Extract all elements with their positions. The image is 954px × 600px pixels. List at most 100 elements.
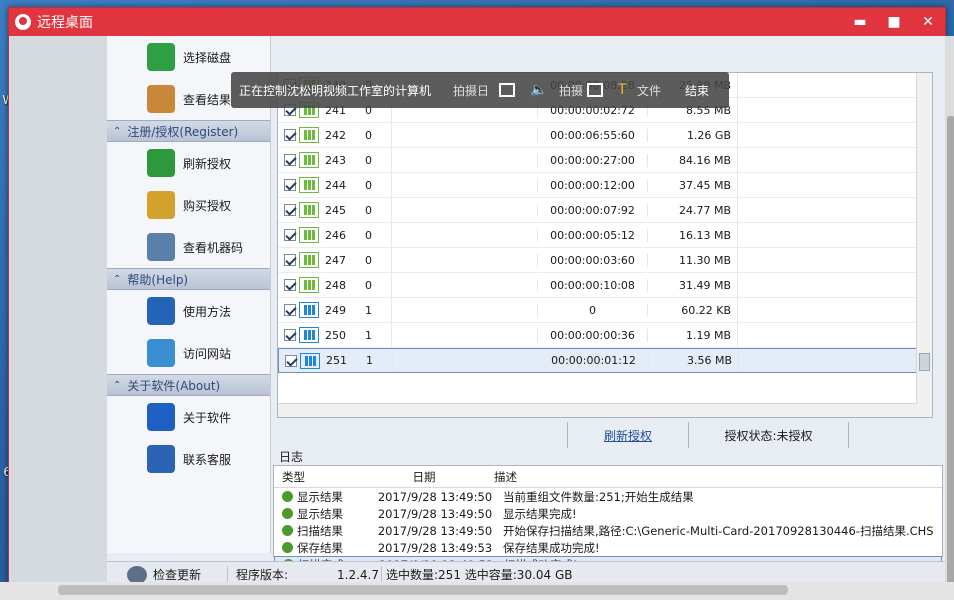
refresh-license-link[interactable]: 刷新授权 <box>567 422 689 450</box>
log-row[interactable]: 显示结果 2017/9/28 13:49:50 当前重组文件数量:251;开始生成结… <box>274 488 942 505</box>
table-scroll-thumb[interactable] <box>919 353 930 371</box>
table-row[interactable]: 245 0 00:00:00:07:92 24.77 MB <box>278 198 918 223</box>
row-checkbox[interactable] <box>284 329 296 341</box>
minimize-button[interactable]: ▬ <box>843 14 877 30</box>
row-checkbox[interactable] <box>284 179 296 191</box>
table-horizontal-scrollbar[interactable] <box>278 403 918 417</box>
log-title: 日志 <box>273 448 945 466</box>
table-row[interactable]: 243 0 00:00:00:27:00 84.16 MB <box>278 148 918 173</box>
row-duration: 00:00:00:07:92 <box>537 203 647 217</box>
sidebar-item[interactable]: 联系客服 <box>107 438 270 480</box>
row-size: 1.26 GB <box>647 128 737 142</box>
log-description: 当前重组文件数量:251;开始生成结果 <box>503 489 694 504</box>
log-col-date[interactable]: 日期 <box>364 469 484 485</box>
sidebar-section-header[interactable]: ⌃ 关于软件(About) <box>107 374 270 396</box>
row-size: 60.22 KB <box>647 303 737 317</box>
capture-button[interactable]: 拍摄 <box>559 82 608 99</box>
row-duration: 00:00:00:12:00 <box>537 178 647 192</box>
video-file-icon <box>299 302 319 318</box>
table-row[interactable]: 247 0 00:00:00:03:60 11.30 MB <box>278 248 918 273</box>
window-hscroll-thumb[interactable] <box>58 585 788 595</box>
row-id: 247 <box>325 253 346 267</box>
row-checkbox[interactable] <box>284 254 296 266</box>
fullscreen-button[interactable] <box>499 83 520 97</box>
row-empty-cell <box>737 123 918 147</box>
log-col-type[interactable]: 类型 <box>274 469 364 485</box>
key-icon <box>147 191 175 219</box>
row-checkbox[interactable] <box>284 229 296 241</box>
audio-button[interactable]: 🔈 <box>530 83 549 97</box>
row-empty-cell <box>737 148 918 172</box>
section-title: 帮助(Help) <box>127 272 189 287</box>
row-empty-cell <box>391 323 537 347</box>
info-icon <box>147 403 175 431</box>
video-file-icon <box>299 177 319 193</box>
log-type: 显示结果 <box>297 489 343 504</box>
video-file-icon <box>299 227 319 243</box>
table-row[interactable]: 248 0 00:00:00:10:08 31.49 MB <box>278 273 918 298</box>
sidebar-item[interactable]: 访问网站 <box>107 332 270 374</box>
row-checkbox[interactable] <box>284 304 296 316</box>
log-date: 2017/9/28 13:49:50 <box>377 523 493 538</box>
sidebar-item-label: 购买授权 <box>183 198 232 213</box>
window-scroll-thumb[interactable] <box>947 116 954 586</box>
maximize-button[interactable]: ■ <box>877 14 911 30</box>
table-row[interactable]: 246 0 00:00:00:05:12 16.13 MB <box>278 223 918 248</box>
row-checkbox[interactable] <box>284 154 296 166</box>
table-row[interactable]: 251 1 00:00:00:01:12 3.56 MB <box>278 348 918 373</box>
row-flag: 0 <box>365 278 372 292</box>
row-checkbox[interactable] <box>285 354 297 367</box>
row-empty-cell <box>391 298 537 322</box>
sidebar-item[interactable]: 关于软件 <box>107 396 270 438</box>
check-update-button[interactable]: 检查更新 <box>107 565 227 584</box>
table-row[interactable]: 250 1 00:00:00:00:36 1.19 MB <box>278 323 918 348</box>
log-description: 保存结果成功完成! <box>503 540 600 555</box>
sidebar-section-header[interactable]: ⌃ 注册/授权(Register) <box>107 120 270 142</box>
window-horizontal-scrollbar[interactable] <box>0 582 954 600</box>
table-vertical-scrollbar[interactable] <box>916 73 932 417</box>
sidebar-item[interactable]: 刷新授权 <box>107 142 270 184</box>
row-empty-cell <box>737 323 918 347</box>
table-row[interactable]: 249 1 0 60.22 KB <box>278 298 918 323</box>
row-size: 24.77 MB <box>647 203 737 217</box>
window-titlebar[interactable]: 远程桌面 ▬ ■ ✕ <box>9 8 945 36</box>
log-col-desc[interactable]: 描述 <box>484 469 517 485</box>
row-id: 242 <box>325 128 346 142</box>
table-row[interactable]: 244 0 00:00:00:12:00 37.45 MB <box>278 173 918 198</box>
log-type: 保存结果 <box>297 540 343 555</box>
capture-label: 拍摄 <box>559 83 584 98</box>
row-id: 244 <box>325 178 346 192</box>
end-session-button[interactable]: 结束 <box>685 82 709 99</box>
file-transfer-button[interactable]: T 文件 <box>618 82 661 99</box>
log-row[interactable]: 显示结果 2017/9/28 13:49:50 显示结果完成! <box>274 505 942 522</box>
row-size: 37.45 MB <box>647 178 737 192</box>
row-checkbox[interactable] <box>284 129 296 141</box>
video-file-icon <box>299 277 319 293</box>
row-checkbox[interactable] <box>284 204 296 216</box>
close-button[interactable]: ✕ <box>911 14 945 30</box>
section-title: 关于软件(About) <box>127 378 221 393</box>
row-flag: 1 <box>365 303 372 317</box>
table-row[interactable]: 242 0 00:00:06:55:60 1.26 GB <box>278 123 918 148</box>
row-duration: 00:00:00:03:60 <box>537 253 647 267</box>
row-duration: 00:00:06:55:60 <box>537 128 647 142</box>
row-empty-cell <box>391 123 537 147</box>
refresh-icon <box>147 149 175 177</box>
log-row[interactable]: 扫描结果 2017/9/28 13:49:50 开始保存扫描结果,路径:C:\Gen… <box>274 522 942 539</box>
row-id: 243 <box>325 153 346 167</box>
sidebar-section-header[interactable]: ⌃ 帮助(Help) <box>107 268 270 290</box>
sidebar-item[interactable]: 购买授权 <box>107 184 270 226</box>
row-flag: 0 <box>365 178 372 192</box>
row-empty-cell <box>391 223 537 247</box>
log-row[interactable]: 保存结果 2017/9/28 13:49:53 保存结果成功完成! <box>274 539 942 556</box>
row-size: 11.30 MB <box>647 253 737 267</box>
license-status: 授权状态:未授权 <box>689 422 849 450</box>
window-vertical-scrollbar[interactable] <box>945 36 954 594</box>
row-empty-cell <box>737 73 918 97</box>
sidebar-item[interactable]: 查看机器码 <box>107 226 270 268</box>
row-empty-cell <box>392 349 538 372</box>
row-checkbox[interactable] <box>284 279 296 291</box>
capture-date-button[interactable]: 拍摄日 <box>453 82 489 99</box>
remote-desktop-logo-icon <box>15 14 31 30</box>
sidebar-item[interactable]: 使用方法 <box>107 290 270 332</box>
